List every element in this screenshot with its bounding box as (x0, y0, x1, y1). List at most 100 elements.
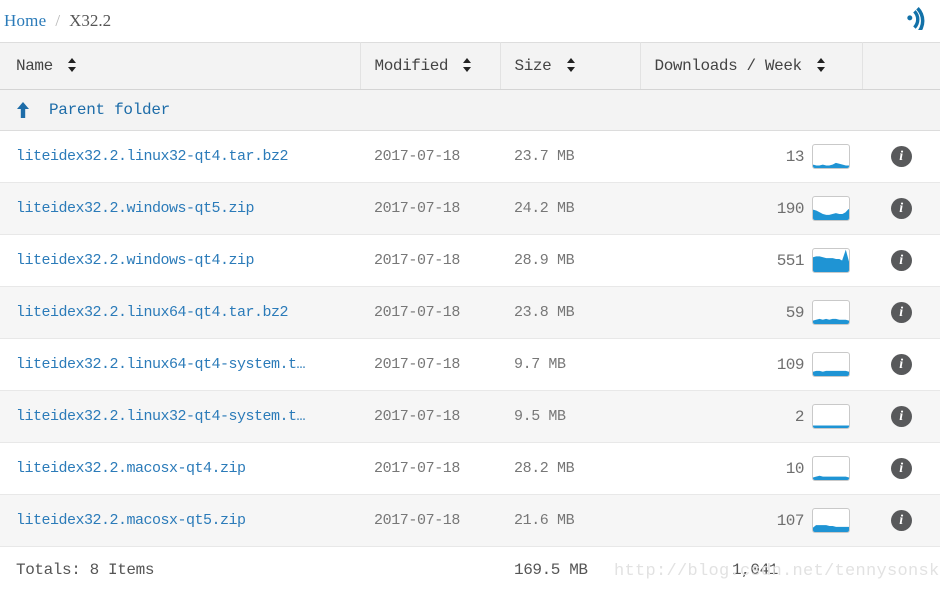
file-info-cell: i (862, 494, 940, 547)
file-name-link[interactable]: liteidex32.2.linux32-qt4-system.t… (16, 408, 306, 425)
downloads-sparkline-chart[interactable] (812, 144, 850, 169)
column-header-info (862, 42, 940, 90)
file-modified-date: 2017-07-18 (360, 182, 500, 235)
downloads-cell: 2 (640, 390, 862, 443)
downloads-count: 551 (776, 251, 805, 270)
downloads-sparkline-chart[interactable] (812, 456, 850, 481)
file-info-cell: i (862, 286, 940, 339)
file-name-link[interactable]: liteidex32.2.linux64-qt4-system.t… (16, 356, 306, 373)
downloads-cell: 107 (640, 494, 862, 547)
file-name-link[interactable]: liteidex32.2.windows-qt4.zip (16, 252, 255, 269)
downloads-cell: 59 (640, 286, 862, 339)
table-footer: Totals: 8 Items 169.5 MB 1,041 (0, 546, 940, 593)
downloads-sparkline-chart[interactable] (812, 352, 850, 377)
table-row: liteidex32.2.macosx-qt5.zip 2017-07-18 21.… (0, 494, 940, 547)
downloads-count: 109 (776, 355, 805, 374)
file-name-cell: liteidex32.2.linux32-qt4-system.t… (0, 390, 360, 443)
table-row: liteidex32.2.windows-qt5.zip 2017-07-18 24… (0, 182, 940, 235)
file-name-cell: liteidex32.2.macosx-qt5.zip (0, 494, 360, 547)
downloads-sparkline-chart[interactable] (812, 508, 850, 533)
downloads-sparkline-chart[interactable] (812, 300, 850, 325)
file-name-link[interactable]: liteidex32.2.macosx-qt4.zip (16, 460, 246, 477)
file-name-cell: liteidex32.2.windows-qt5.zip (0, 182, 360, 235)
file-size: 9.7 MB (500, 338, 640, 391)
downloads-cell: 10 (640, 442, 862, 495)
downloads-sparkline-chart[interactable] (812, 248, 850, 273)
file-name-link[interactable]: liteidex32.2.macosx-qt5.zip (16, 512, 246, 529)
file-info-cell: i (862, 234, 940, 287)
file-info-cell: i (862, 182, 940, 235)
file-size: 23.8 MB (500, 286, 640, 339)
sort-arrows-icon[interactable] (68, 58, 77, 72)
file-size: 28.2 MB (500, 442, 640, 495)
up-arrow-icon (16, 102, 30, 118)
totals-row: Totals: 8 Items 169.5 MB 1,041 (0, 546, 940, 593)
totals-info-blank (862, 546, 940, 593)
file-size: 28.9 MB (500, 234, 640, 287)
file-info-cell: i (862, 442, 940, 495)
file-size: 24.2 MB (500, 182, 640, 235)
file-name-cell: liteidex32.2.linux64-qt4-system.t… (0, 338, 360, 391)
file-size: 9.5 MB (500, 390, 640, 443)
downloads-count: 107 (776, 511, 805, 530)
file-name-cell: liteidex32.2.linux32-qt4.tar.bz2 (0, 130, 360, 183)
column-header-name-label: Name (16, 57, 53, 75)
file-name-link[interactable]: liteidex32.2.linux32-qt4.tar.bz2 (16, 148, 289, 165)
downloads-cell: 190 (640, 182, 862, 235)
downloads-count: 10 (785, 459, 805, 478)
file-info-cell: i (862, 130, 940, 183)
downloads-count: 190 (776, 199, 805, 218)
info-icon[interactable]: i (890, 406, 912, 427)
info-icon[interactable]: i (890, 198, 912, 219)
table-row: liteidex32.2.linux64-qt4-system.t… 2017-0… (0, 338, 940, 391)
table-row: liteidex32.2.macosx-qt4.zip 2017-07-18 28.… (0, 442, 940, 495)
column-header-name[interactable]: Name (0, 42, 361, 90)
table-row: liteidex32.2.linux64-qt4.tar.bz2 2017-07-… (0, 286, 940, 339)
breadcrumb: Home / X32.2 (0, 0, 940, 42)
column-header-downloads[interactable]: Downloads / Week (640, 42, 863, 90)
files-table: Name Modified Size Downloads / Week Pare… (0, 42, 940, 593)
downloads-sparkline-chart[interactable] (812, 404, 850, 429)
downloads-sparkline-chart[interactable] (812, 196, 850, 221)
column-header-downloads-label: Downloads / Week (654, 57, 803, 75)
header-row: Name Modified Size Downloads / Week (0, 42, 940, 90)
file-info-cell: i (862, 390, 940, 443)
rss-feed-icon[interactable] (906, 5, 932, 31)
column-header-size-label: Size (514, 57, 552, 75)
file-name-link[interactable]: liteidex32.2.linux64-qt4.tar.bz2 (16, 304, 289, 321)
column-header-size[interactable]: Size (500, 42, 641, 90)
info-icon[interactable]: i (890, 510, 912, 531)
downloads-cell: 109 (640, 338, 862, 391)
column-header-modified-label: Modified (374, 57, 449, 75)
file-size: 21.6 MB (500, 494, 640, 547)
sort-arrows-icon[interactable] (816, 58, 826, 72)
breadcrumb-separator: / (55, 11, 61, 30)
file-modified-date: 2017-07-18 (360, 338, 500, 391)
info-icon[interactable]: i (890, 354, 912, 375)
file-name-link[interactable]: liteidex32.2.windows-qt5.zip (16, 200, 255, 217)
file-modified-date: 2017-07-18 (360, 234, 500, 287)
breadcrumb-current-folder: X32.2 (69, 11, 112, 30)
table-row: liteidex32.2.linux32-qt4-system.t… 2017-0… (0, 390, 940, 443)
file-info-cell: i (862, 338, 940, 391)
file-name-cell: liteidex32.2.macosx-qt4.zip (0, 442, 360, 495)
info-icon[interactable]: i (890, 458, 912, 479)
column-header-modified[interactable]: Modified (360, 42, 501, 90)
file-modified-date: 2017-07-18 (360, 442, 500, 495)
file-name-cell: liteidex32.2.windows-qt4.zip (0, 234, 360, 287)
table-body: Parent folder liteidex32.2.linux32-qt4.t… (0, 89, 940, 547)
sort-arrows-icon[interactable] (463, 58, 472, 72)
file-modified-date: 2017-07-18 (360, 494, 500, 547)
parent-folder-cell[interactable]: Parent folder (0, 89, 940, 131)
info-icon[interactable]: i (890, 146, 912, 167)
breadcrumb-home-link[interactable]: Home (4, 11, 46, 31)
info-icon[interactable]: i (890, 302, 912, 323)
downloads-count: 59 (785, 303, 805, 322)
file-name-cell: liteidex32.2.linux64-qt4.tar.bz2 (0, 286, 360, 339)
sort-arrows-icon[interactable] (566, 58, 576, 72)
file-modified-date: 2017-07-18 (360, 286, 500, 339)
parent-folder-row[interactable]: Parent folder (0, 89, 940, 131)
downloads-count: 2 (794, 407, 805, 426)
info-icon[interactable]: i (890, 250, 912, 271)
downloads-cell: 551 (640, 234, 862, 287)
